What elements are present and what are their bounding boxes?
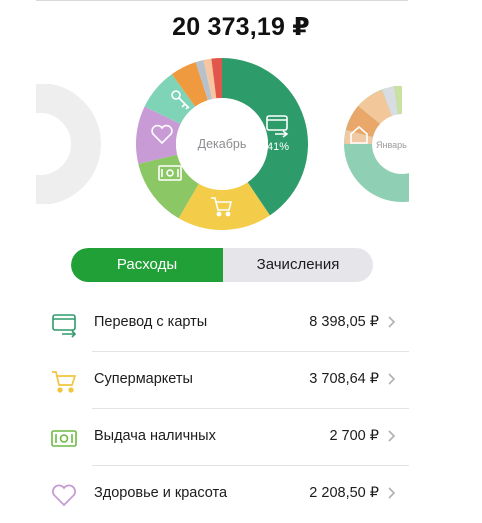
category-name: Перевод с карты: [94, 314, 208, 330]
next-month-label: Январь: [376, 140, 407, 150]
shopping-cart-icon: [50, 367, 78, 395]
previous-month-chart[interactable]: [36, 84, 116, 204]
chevron-right-icon: [388, 372, 396, 386]
category-name: Супермаркеты: [94, 371, 193, 387]
total-amount: 20 373,19 ₽: [172, 13, 310, 41]
donut-month-label: Декабрь: [198, 137, 247, 151]
chevron-right-icon: [388, 486, 396, 500]
card-transfer-icon: [50, 310, 78, 338]
tab-expenses[interactable]: Расходы: [71, 248, 223, 282]
top-divider: [36, 0, 408, 1]
category-name: Выдача наличных: [94, 428, 216, 444]
expense-donut-chart[interactable]: Декабрь 41%: [136, 58, 308, 231]
list-item[interactable]: Перевод с карты 8 398,05 ₽: [36, 295, 409, 352]
chevron-right-icon: [388, 429, 396, 443]
cash-icon: [50, 424, 78, 452]
donut-percent-label: 41%: [267, 141, 289, 153]
expense-income-toggle[interactable]: Расходы Зачисления: [71, 248, 373, 282]
category-amount: 8 398,05 ₽: [309, 314, 379, 330]
category-amount: 2 700 ₽: [329, 428, 379, 444]
chevron-right-icon: [388, 315, 396, 329]
category-name: Здоровье и красота: [94, 485, 228, 501]
category-list: Перевод с карты 8 398,05 ₽ Супермаркеты …: [36, 295, 409, 523]
list-item[interactable]: Супермаркеты 3 708,64 ₽: [36, 352, 409, 409]
next-month-chart[interactable]: Январь: [332, 84, 409, 204]
list-item[interactable]: Здоровье и красота 2 208,50 ₽: [36, 466, 409, 523]
category-amount: 3 708,64 ₽: [309, 371, 379, 387]
tab-income[interactable]: Зачисления: [223, 248, 373, 282]
category-amount: 2 208,50 ₽: [309, 485, 379, 501]
heart-icon: [50, 481, 78, 509]
list-item[interactable]: Выдача наличных 2 700 ₽: [36, 409, 409, 466]
